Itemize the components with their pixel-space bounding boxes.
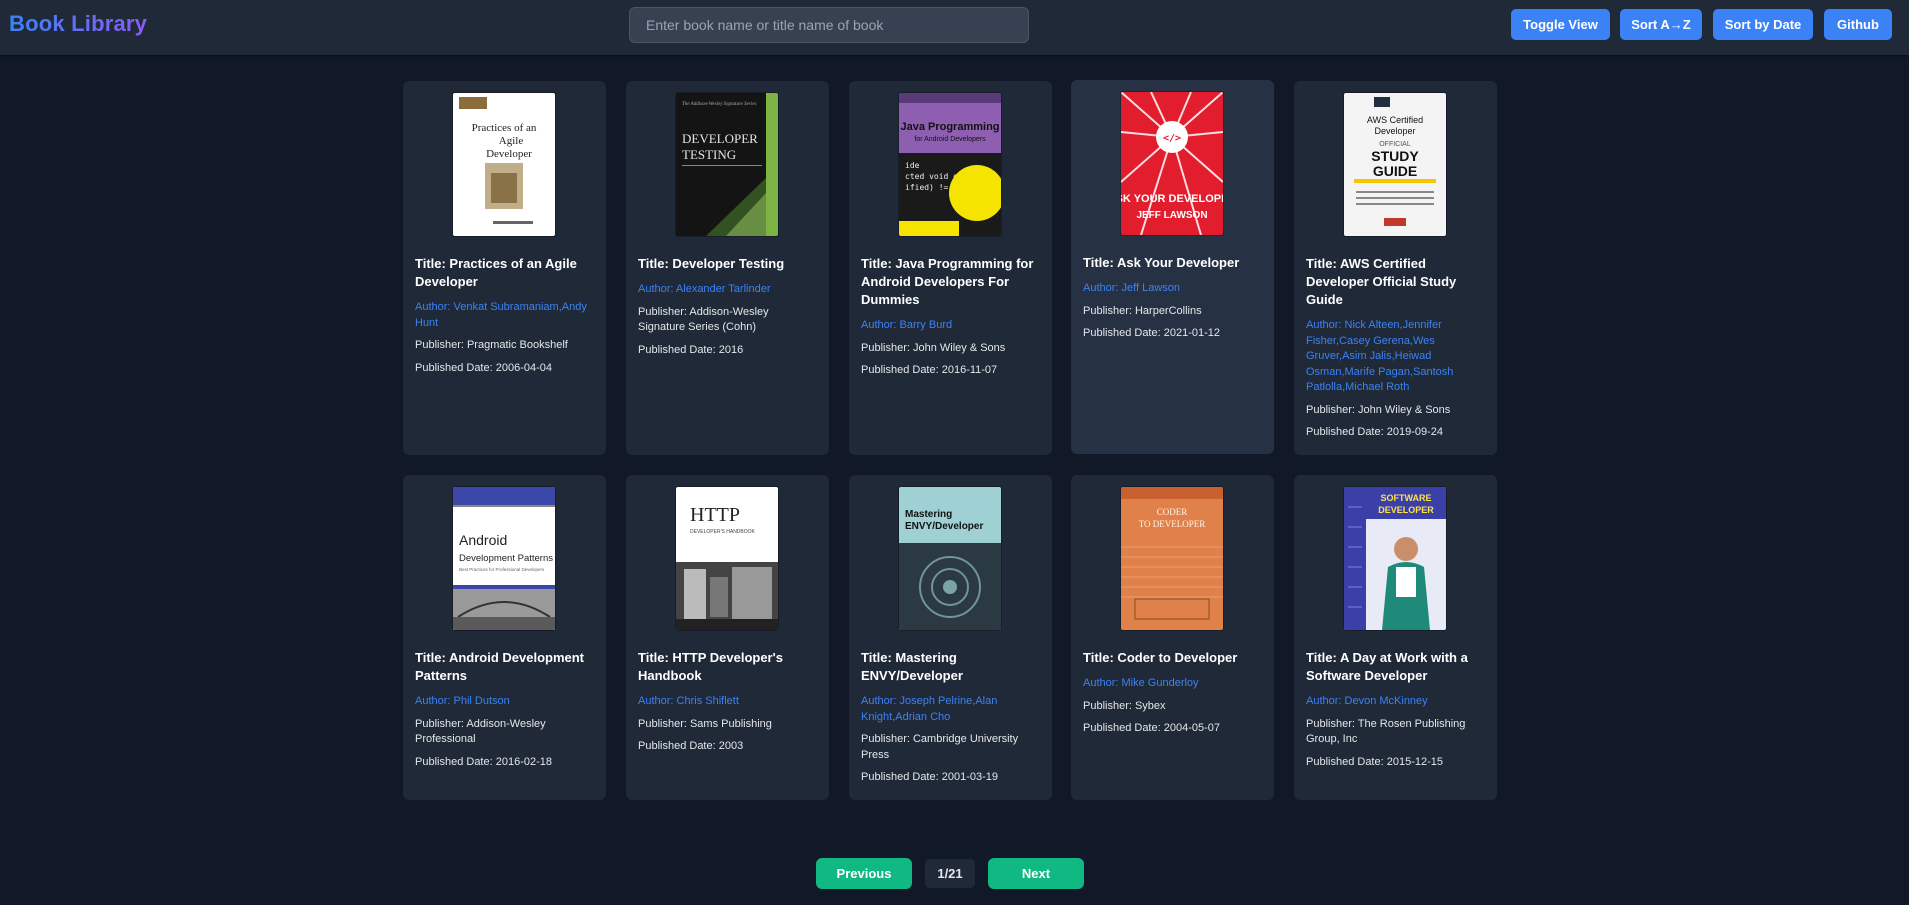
- book-card[interactable]: SOFTWARE DEVELOPER Title: A Day at Work …: [1294, 475, 1497, 800]
- svg-text:ide: ide: [905, 161, 920, 170]
- svg-text:Developer: Developer: [486, 148, 532, 160]
- toggle-view-button[interactable]: Toggle View: [1511, 9, 1610, 40]
- svg-text:Java Programming: Java Programming: [900, 121, 999, 133]
- svg-text:Android: Android: [459, 532, 507, 548]
- book-card[interactable]: Java Programming for Android Developers …: [849, 81, 1052, 455]
- book-publisher: Publisher: The Rosen Publishing Group, I…: [1306, 717, 1466, 746]
- book-published-date: Published Date: 2003: [638, 740, 744, 752]
- book-title: Title: Practices of an Agile Developer: [415, 256, 577, 289]
- sort-by-date-button[interactable]: Sort by Date: [1713, 9, 1813, 40]
- svg-text:HTTP: HTTP: [690, 504, 740, 526]
- book-author: Author: Barry Burd: [861, 319, 953, 331]
- svg-text:ENVY/Developer: ENVY/Developer: [905, 521, 983, 532]
- svg-text:Best Practices for Professiona: Best Practices for Professional Develope…: [459, 567, 545, 572]
- svg-text:Practices of an: Practices of an: [472, 122, 537, 134]
- book-card[interactable]: Mastering ENVY/Developer Title: Masterin…: [849, 475, 1052, 800]
- book-card[interactable]: </> ASK YOUR DEVELOPER JEFF LAWSON Title…: [1071, 80, 1274, 454]
- book-published-date: Published Date: 2006-04-04: [415, 361, 552, 374]
- svg-text:Development Patterns: Development Patterns: [459, 553, 553, 564]
- sort-az-button[interactable]: Sort A→Z: [1620, 9, 1702, 40]
- book-published-date: Published Date: 2004-05-07: [1083, 722, 1220, 734]
- book-card[interactable]: AWS Certified Developer OFFICIAL STUDY G…: [1294, 81, 1497, 455]
- book-publisher: Publisher: Addison-Wesley Signature Seri…: [638, 305, 769, 334]
- svg-text:STUDY: STUDY: [1371, 148, 1419, 164]
- app-title[interactable]: Book Library: [9, 11, 147, 37]
- book-card[interactable]: Practices of an Agile Developer Title: P…: [403, 81, 606, 455]
- book-author: Author: Joseph Pelrine,Alan Knight,Adria…: [861, 695, 998, 723]
- book-publisher: Publisher: Cambridge University Press: [861, 733, 1019, 761]
- svg-text:Mastering: Mastering: [905, 509, 952, 520]
- book-card[interactable]: The Addison-Wesley Signature Series DEVE…: [626, 81, 829, 455]
- svg-text:GUIDE: GUIDE: [1373, 163, 1417, 179]
- book-cover-image: HTTP DEVELOPER'S HANDBOOK: [676, 487, 778, 630]
- book-title: Title: Ask Your Developer: [1083, 255, 1240, 270]
- app-header: Book Library Toggle View Sort A→Z Sort b…: [0, 0, 1909, 55]
- book-cover-image: Java Programming for Android Developers …: [899, 93, 1001, 236]
- svg-text:AWS Certified: AWS Certified: [1367, 115, 1423, 125]
- book-title: Title: Java Programming for Android Deve…: [861, 256, 1034, 307]
- book-publisher: Publisher: John Wiley & Sons: [861, 341, 1006, 354]
- book-author: Author: Nick Alteen,Jennifer Fisher,Case…: [1306, 319, 1454, 393]
- svg-text:TO DEVELOPER: TO DEVELOPER: [1139, 519, 1206, 529]
- book-publisher: Publisher: Pragmatic Bookshelf: [415, 339, 568, 351]
- book-title: Title: Developer Testing: [638, 256, 785, 271]
- book-published-date: Published Date: 2016: [638, 343, 744, 356]
- book-author: Author: Alexander Tarlinder: [638, 283, 771, 295]
- book-published-date: Published Date: 2021-01-12: [1083, 327, 1220, 339]
- svg-text:Developer: Developer: [1374, 126, 1415, 136]
- book-cover-image: AWS Certified Developer OFFICIAL STUDY G…: [1344, 93, 1446, 236]
- book-published-date: Published Date: 2015-12-15: [1306, 755, 1443, 768]
- book-cover-image: Mastering ENVY/Developer: [899, 487, 1001, 630]
- book-card[interactable]: CODER TO DEVELOPER Title: Coder to Devel…: [1071, 475, 1274, 800]
- book-author: Author: Phil Dutson: [415, 695, 510, 707]
- book-author: Author: Mike Gunderloy: [1083, 677, 1199, 689]
- book-cover-image: SOFTWARE DEVELOPER: [1344, 487, 1446, 630]
- page-indicator: 1/21: [925, 859, 975, 888]
- svg-text:SOFTWARE: SOFTWARE: [1381, 493, 1432, 503]
- book-author: Author: Jeff Lawson: [1083, 282, 1181, 294]
- book-publisher: Publisher: John Wiley & Sons: [1306, 403, 1451, 416]
- svg-text:JEFF LAWSON: JEFF LAWSON: [1136, 210, 1207, 221]
- book-card[interactable]: Android Development Patterns Best Practi…: [403, 475, 606, 800]
- book-published-date: Published Date: 2001-03-19: [861, 771, 998, 783]
- svg-text:ASK YOUR DEVELOPER: ASK YOUR DEVELOPER: [1121, 193, 1223, 205]
- book-title: Title: Coder to Developer: [1083, 650, 1238, 665]
- svg-text:TESTING: TESTING: [682, 147, 736, 162]
- book-published-date: Published Date: 2016-11-07: [861, 364, 998, 376]
- book-publisher: Publisher: Addison-Wesley Professional: [415, 717, 546, 746]
- book-cover-image: The Addison-Wesley Signature Series DEVE…: [676, 93, 778, 236]
- svg-text:for Android Developers: for Android Developers: [914, 136, 986, 143]
- previous-page-button[interactable]: Previous: [816, 858, 912, 889]
- svg-text:DEVELOPER: DEVELOPER: [682, 131, 758, 146]
- book-author: Author: Devon McKinney: [1306, 695, 1428, 707]
- github-button[interactable]: Github: [1824, 9, 1892, 40]
- svg-text:DEVELOPER: DEVELOPER: [1378, 505, 1434, 515]
- book-cover-image: CODER TO DEVELOPER: [1121, 487, 1223, 630]
- book-publisher: Publisher: Sybex: [1083, 699, 1166, 712]
- book-title: Title: A Day at Work with a Software Dev…: [1306, 650, 1468, 683]
- book-author: Author: Venkat Subramaniam,Andy Hunt: [415, 301, 587, 329]
- book-published-date: Published Date: 2016-02-18: [415, 755, 552, 768]
- book-cover-image: Android Development Patterns Best Practi…: [453, 487, 555, 630]
- book-title: Title: Mastering ENVY/Developer: [861, 650, 963, 683]
- svg-text:The Addison-Wesley Signature S: The Addison-Wesley Signature Series: [682, 102, 756, 107]
- book-author: Author: Chris Shiflett: [638, 695, 739, 707]
- search-input[interactable]: [629, 7, 1029, 43]
- book-card[interactable]: HTTP DEVELOPER'S HANDBOOK Title: HTTP De…: [626, 475, 829, 800]
- book-cover-image: Practices of an Agile Developer: [453, 93, 555, 236]
- svg-text:Agile: Agile: [499, 135, 524, 147]
- svg-text:</>: </>: [1163, 133, 1181, 144]
- book-title: Title: HTTP Developer's Handbook: [638, 650, 783, 683]
- next-page-button[interactable]: Next: [988, 858, 1084, 889]
- book-title: Title: Android Development Patterns: [415, 650, 585, 683]
- book-title: Title: AWS Certified Developer Official …: [1306, 256, 1457, 307]
- book-publisher: Publisher: Sams Publishing: [638, 717, 772, 730]
- svg-text:DEVELOPER'S HANDBOOK: DEVELOPER'S HANDBOOK: [690, 529, 756, 535]
- book-publisher: Publisher: HarperCollins: [1083, 304, 1202, 317]
- book-published-date: Published Date: 2019-09-24: [1306, 426, 1443, 438]
- book-cover-image: </> ASK YOUR DEVELOPER JEFF LAWSON: [1121, 92, 1223, 235]
- svg-text:OFFICIAL: OFFICIAL: [1379, 141, 1411, 148]
- svg-text:CODER: CODER: [1157, 507, 1188, 517]
